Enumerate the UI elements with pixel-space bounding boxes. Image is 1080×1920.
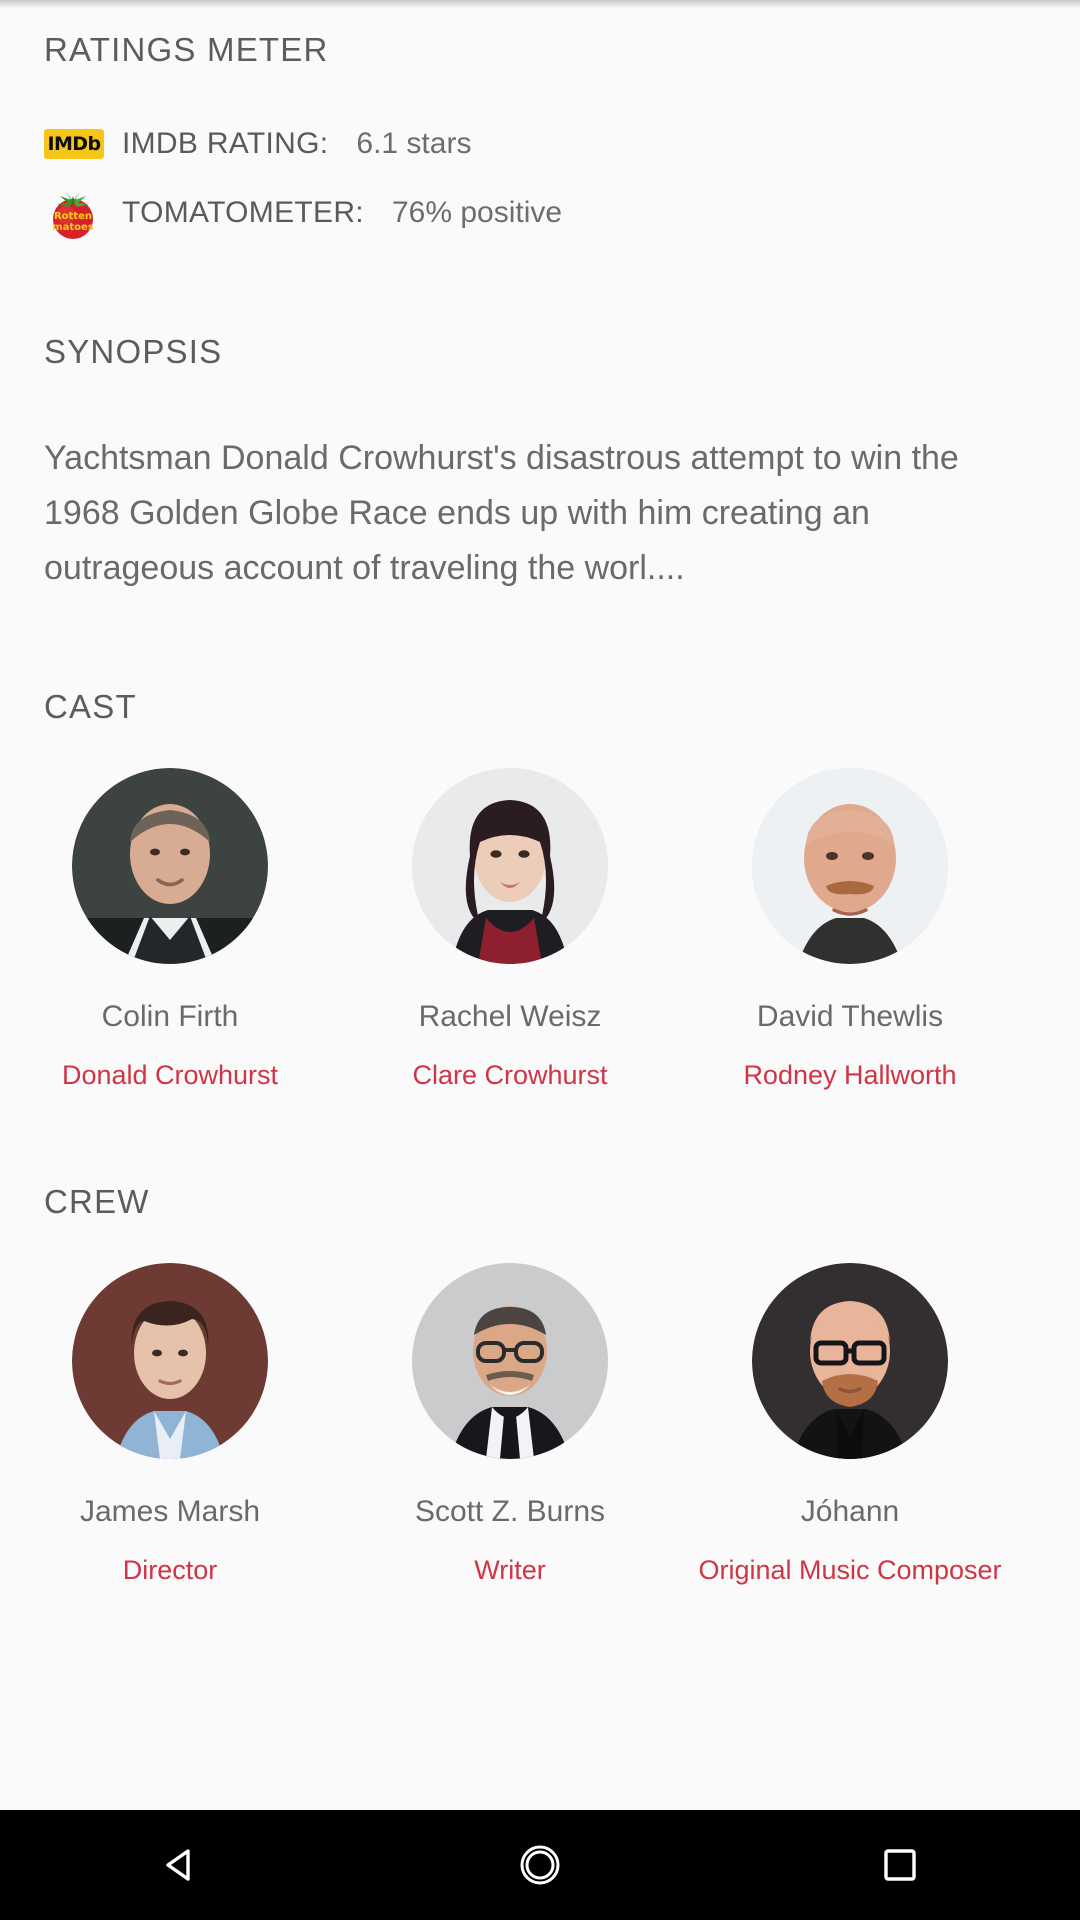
cast-member[interactable]: Rachel Weisz Clare Crowhurst [340, 768, 680, 1091]
synopsis-section: SYNOPSIS Yachtsman Donald Crowhurst's di… [0, 333, 1080, 596]
tomatometer-row: Rotten matoes TOMATOMETER: 76% positive [0, 185, 1080, 241]
svg-text:matoes: matoes [52, 222, 94, 233]
rotten-tomatoes-logo-icon: Rotten matoes [44, 185, 102, 241]
home-button[interactable] [360, 1810, 720, 1920]
home-circle-icon [520, 1845, 560, 1885]
rotten-tomatoes-icon-slot: Rotten matoes [44, 185, 122, 241]
cast-member-role: Rodney Hallworth [743, 1060, 957, 1090]
crew-member[interactable]: Scott Z. Burns Writer [340, 1263, 680, 1586]
imdb-rating-value: 6.1 stars [356, 127, 472, 160]
synopsis-text[interactable]: Yachtsman Donald Crowhurst's disastrous … [0, 431, 1030, 596]
android-navigation-bar [0, 1810, 1080, 1920]
crew-member-name: Scott Z. Burns [414, 1495, 606, 1528]
imdb-rating-label: IMDB RATING: [122, 127, 329, 160]
crew-section: CREW James Marsh Director Scott Z. Burns… [0, 1183, 1080, 1586]
back-button[interactable] [0, 1810, 360, 1920]
scroll-shadow [0, 0, 1080, 9]
synopsis-section-title: SYNOPSIS [44, 333, 223, 370]
cast-member-role: Clare Crowhurst [412, 1060, 608, 1090]
cast-member-name: Colin Firth [101, 1000, 239, 1033]
crew-member-role: Original Music Composer [698, 1555, 1002, 1585]
avatar[interactable] [72, 1263, 268, 1459]
cast-member[interactable]: David Thewlis Rodney Hallworth [680, 768, 1020, 1091]
crew-member-name: Jóhann [800, 1495, 900, 1528]
square-icon [884, 1849, 916, 1881]
cast-member[interactable]: Colin Firth Donald Crowhurst [0, 768, 340, 1091]
crew-member-role: Writer [474, 1555, 546, 1585]
avatar[interactable] [752, 1263, 948, 1459]
crew-member-role: Director [122, 1555, 218, 1585]
crew-member[interactable]: James Marsh Director [0, 1263, 340, 1586]
imdb-icon-slot: IMDb [44, 129, 122, 159]
avatar[interactable] [412, 1263, 608, 1459]
ratings-section-title: RATINGS METER [44, 31, 329, 68]
cast-section: CAST Colin Firth Donald Crowhurst Rachel… [0, 688, 1080, 1091]
cast-section-title: CAST [44, 688, 137, 725]
cast-member-role: Donald Crowhurst [61, 1060, 279, 1090]
crew-member-name: James Marsh [79, 1495, 261, 1528]
tomatometer-label: TOMATOMETER: [122, 196, 364, 229]
recents-button[interactable] [720, 1810, 1080, 1920]
cast-member-name: Rachel Weisz [418, 1000, 602, 1033]
ratings-meter-section: RATINGS METER IMDb IMDB RATING: 6.1 star… [0, 9, 1080, 241]
svg-text:Rotten: Rotten [54, 211, 92, 222]
imdb-rating-row: IMDb IMDB RATING: 6.1 stars [0, 127, 1080, 161]
tomatometer-value: 76% positive [391, 196, 563, 229]
avatar[interactable] [752, 768, 948, 964]
crew-grid: James Marsh Director Scott Z. Burns Writ… [0, 1263, 1080, 1586]
crew-section-title: CREW [44, 1183, 150, 1220]
scroll-content[interactable]: RATINGS METER IMDb IMDB RATING: 6.1 star… [0, 9, 1080, 1810]
cast-member-name: David Thewlis [756, 1000, 944, 1033]
imdb-logo-icon: IMDb [44, 129, 104, 159]
back-triangle-icon [166, 1849, 190, 1881]
crew-member[interactable]: Jóhann Original Music Composer [680, 1263, 1020, 1586]
avatar[interactable] [72, 768, 268, 964]
app-screen: RATINGS METER IMDb IMDB RATING: 6.1 star… [0, 0, 1080, 1920]
avatar[interactable] [412, 768, 608, 964]
cast-grid: Colin Firth Donald Crowhurst Rachel Weis… [0, 768, 1080, 1091]
